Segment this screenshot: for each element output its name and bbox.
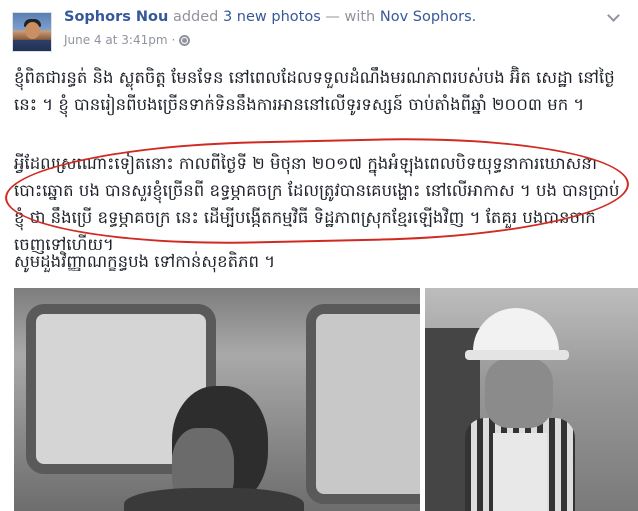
globe-icon[interactable]: [179, 34, 191, 46]
photo-window-right: [306, 304, 420, 504]
post-photo-2[interactable]: [425, 288, 638, 511]
photo-person-shoulder: [124, 488, 304, 511]
post-meta: June 4 at 3:41pm ·: [64, 33, 191, 47]
photo-cap-brim: [465, 350, 569, 360]
post-timestamp[interactable]: June 4 at 3:41pm: [64, 33, 168, 47]
chevron-down-icon[interactable]: [606, 10, 620, 24]
post-action: added: [172, 9, 219, 25]
photo-shirt: [493, 433, 547, 511]
avatar[interactable]: [12, 12, 52, 52]
tagged-person[interactable]: Nov Sophors.: [380, 9, 476, 25]
with-text: — with: [325, 9, 376, 25]
post-paragraph-2: អ្វីដែលស្រណោះទៀតនោះ កាលពីថ្ងៃទី ២ មិថុនា…: [14, 154, 620, 254]
meta-separator: ·: [171, 33, 176, 47]
avatar-face: [25, 22, 40, 39]
post-paragraph-3: សូមដួងវិញ្ញាណក្ខន្ធបង ទៅកាន់សុខតិភព ។: [14, 252, 276, 271]
photo-face: [485, 358, 553, 428]
post-paragraph-1: ខ្ញុំពិតជារន្ធត់ និង ស្លុតចិត្ត មែនទែន ន…: [14, 68, 615, 114]
author-name[interactable]: Sophors Nou: [64, 9, 168, 25]
photo-count-link[interactable]: 3 new photos: [223, 9, 321, 25]
post-photo-1[interactable]: [14, 288, 420, 511]
post-header-line: Sophors Nou added 3 new photos — with No…: [64, 9, 476, 25]
